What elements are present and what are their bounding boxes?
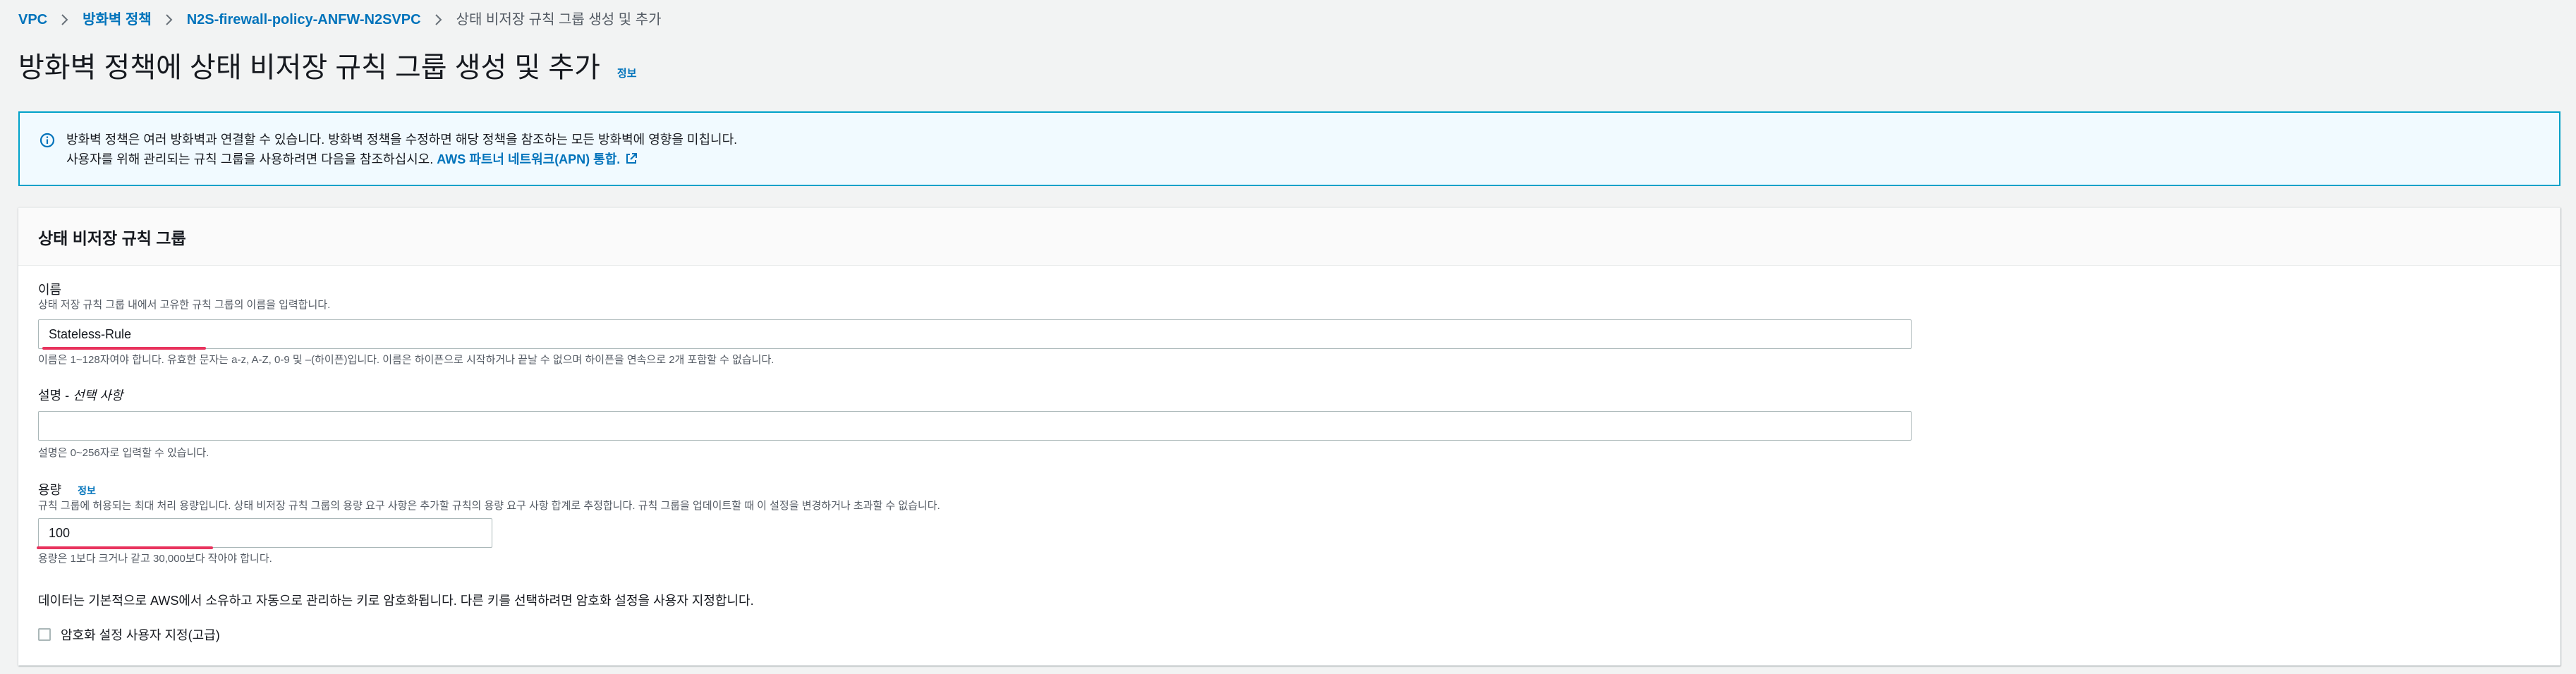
alert-line-1: 방화벽 정책은 여러 방화벽과 연결할 수 있습니다. 방화벽 정책을 수정하면… — [66, 133, 738, 147]
breadcrumb-vpc[interactable]: VPC — [18, 10, 47, 30]
name-constraint: 이름은 1~128자여야 합니다. 유효한 문자는 a-z, A-Z, 0-9 … — [38, 354, 774, 366]
external-link-icon[interactable] — [624, 152, 638, 166]
highlight-underline — [37, 546, 213, 549]
encryption-checkbox-row[interactable]: 암호화 설정 사용자 지정(고급) — [38, 625, 220, 644]
info-circle-icon — [40, 133, 55, 148]
encryption-checkbox-label[interactable]: 암호화 설정 사용자 지정(고급) — [61, 625, 220, 644]
encryption-text: 데이터는 기본적으로 AWS에서 소유하고 자동으로 관리하는 키로 암호화됩니… — [38, 594, 754, 608]
description-label-text: 설명 - — [38, 388, 73, 403]
name-description: 상태 저장 규칙 그룹 내에서 고유한 규칙 그룹의 이름을 입력합니다. — [38, 299, 331, 311]
capacity-info-link[interactable]: 정보 — [78, 485, 96, 496]
breadcrumb: VPC 방화벽 정책 N2S-firewall-policy-ANFW-N2SV… — [18, 10, 662, 30]
page: VPC 방화벽 정책 N2S-firewall-policy-ANFW-N2SV… — [0, 0, 2576, 674]
name-label: 이름 — [38, 283, 62, 297]
capacity-label: 용량 — [38, 483, 62, 497]
apn-link-label[interactable]: AWS 파트너 네트워크(APN) 통합. — [437, 152, 620, 166]
info-link[interactable]: 정보 — [617, 66, 637, 80]
chevron-right-icon — [434, 13, 444, 27]
name-field: 이름 상태 저장 규칙 그룹 내에서 고유한 규칙 그룹의 이름을 입력합니다. — [38, 281, 330, 312]
alert-text: 방화벽 정책은 여러 방화벽과 연결할 수 있습니다. 방화벽 정책을 수정하면… — [66, 130, 737, 169]
description-optional: 선택 사항 — [73, 388, 123, 403]
panel-title: 상태 비저장 규칙 그룹 — [38, 228, 186, 247]
breadcrumb-policy[interactable]: N2S-firewall-policy-ANFW-N2SVPC — [187, 10, 421, 30]
capacity-field: 용량 정보 규칙 그룹에 허용되는 최대 처리 용량입니다. 상태 비저장 규칙… — [38, 482, 940, 513]
page-header: 방화벽 정책에 상태 비저장 규칙 그룹 생성 및 추가 정보 — [18, 49, 637, 86]
capacity-constraint: 용량은 1보다 크거나 같고 30,000보다 작아야 합니다. — [38, 553, 272, 565]
panel-header: 상태 비저장 규칙 그룹 — [18, 208, 2560, 266]
alert-line-2-text: 사용자를 위해 관리되는 규칙 그룹을 사용하려면 다음을 참조하십시오. — [66, 152, 434, 166]
alert-line-2: 사용자를 위해 관리되는 규칙 그룹을 사용하려면 다음을 참조하십시오. AW… — [66, 149, 737, 169]
description-input[interactable] — [38, 411, 1912, 441]
chevron-right-icon — [164, 13, 174, 27]
breadcrumb-firewall-policies[interactable]: 방화벽 정책 — [83, 10, 152, 30]
highlight-underline — [42, 347, 206, 350]
name-input[interactable] — [38, 319, 1912, 349]
description-label: 설명 - 선택 사항 — [38, 387, 123, 404]
info-alert: 방화벽 정책은 여러 방화벽과 연결할 수 있습니다. 방화벽 정책을 수정하면… — [18, 111, 2560, 186]
apn-integration-link[interactable]: AWS 파트너 네트워크(APN) 통합. — [437, 152, 638, 166]
capacity-label-row: 용량 정보 — [38, 482, 940, 499]
rule-group-panel: 상태 비저장 규칙 그룹 이름 상태 저장 규칙 그룹 내에서 고유한 규칙 그… — [18, 207, 2560, 666]
capacity-input[interactable] — [38, 518, 492, 548]
page-title: 방화벽 정책에 상태 비저장 규칙 그룹 생성 및 추가 — [18, 52, 600, 83]
encryption-checkbox[interactable] — [38, 628, 51, 641]
description-constraint: 설명은 0~256자로 입력할 수 있습니다. — [38, 447, 209, 459]
chevron-right-icon — [60, 13, 70, 27]
capacity-description: 규칙 그룹에 허용되는 최대 처리 용량입니다. 상태 비저장 규칙 그룹의 용… — [38, 500, 940, 512]
breadcrumb-current: 상태 비저장 규칙 그룹 생성 및 추가 — [456, 12, 662, 27]
